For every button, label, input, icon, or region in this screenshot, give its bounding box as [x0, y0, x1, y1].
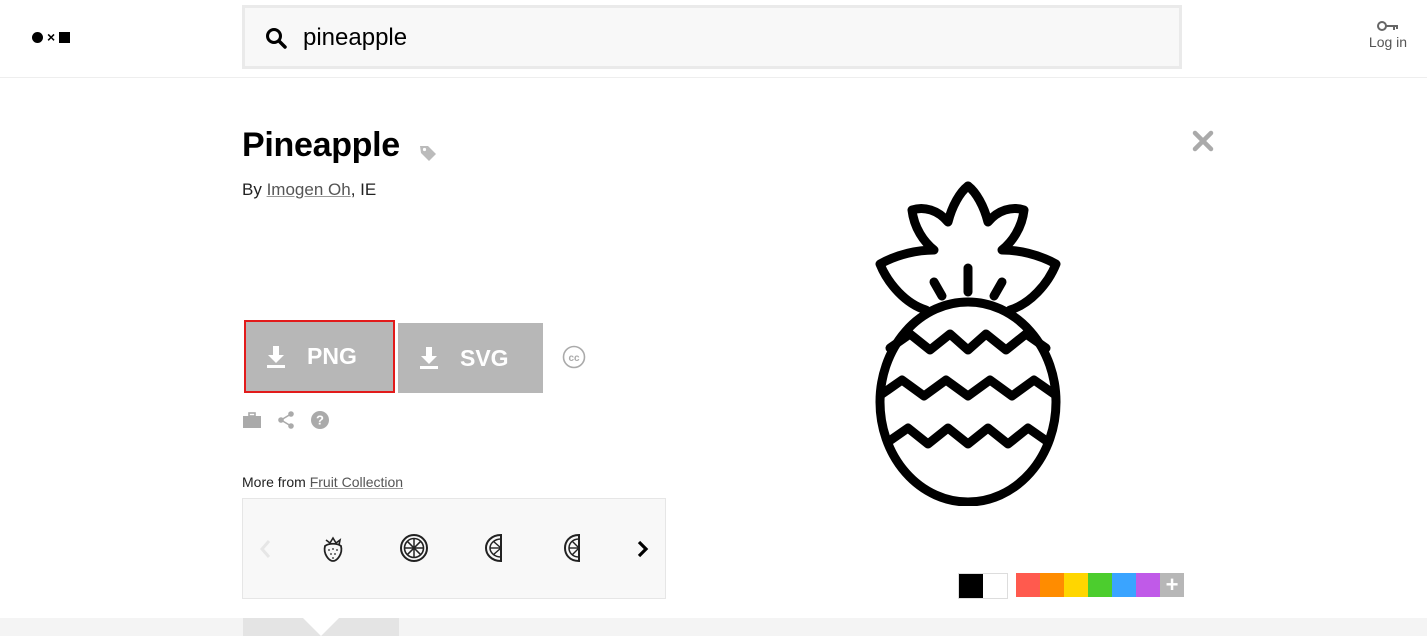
chevron-left-icon[interactable]: [257, 537, 273, 561]
search-input[interactable]: [303, 20, 1143, 56]
color-swatches: +: [1016, 572, 1184, 599]
icon-title: Pineapple: [242, 126, 400, 164]
footer-strip: [0, 618, 1427, 636]
login-label: Log in: [1368, 34, 1408, 50]
help-icon[interactable]: ?: [310, 410, 330, 430]
strawberry-icon[interactable]: [317, 532, 349, 564]
download-png-button[interactable]: PNG: [244, 320, 395, 393]
share-icon[interactable]: [276, 410, 296, 430]
swatch-red[interactable]: [1016, 573, 1040, 597]
by-prefix: By: [242, 180, 262, 199]
tag-icon[interactable]: [418, 143, 438, 163]
logo-dot: [32, 31, 43, 43]
close-icon[interactable]: [1192, 130, 1214, 152]
swatch-white[interactable]: [983, 574, 1007, 598]
byline: By Imogen Oh, IE: [242, 180, 376, 200]
author-suffix: , IE: [350, 180, 377, 199]
swatch-green[interactable]: [1088, 573, 1112, 597]
swatch-black[interactable]: [959, 574, 983, 598]
color-picker: +: [958, 572, 1184, 599]
swatch-yellow[interactable]: [1064, 573, 1088, 597]
lemon-half-icon[interactable]: [479, 532, 511, 564]
swatch-blue[interactable]: [1112, 573, 1136, 597]
search-icon[interactable]: [265, 27, 287, 49]
more-from-prefix: More from: [242, 474, 306, 490]
logo[interactable]: ×: [32, 30, 74, 44]
add-color-icon[interactable]: +: [1160, 572, 1184, 597]
png-label: PNG: [307, 343, 357, 369]
search-bar: [242, 5, 1182, 69]
svg-label: SVG: [460, 344, 509, 371]
svg-text:?: ?: [316, 413, 324, 428]
svg-text:cc: cc: [568, 353, 580, 364]
download-icon: [267, 345, 285, 368]
chevron-right-icon[interactable]: [635, 537, 651, 561]
collection-carousel: [242, 498, 666, 599]
footer-notch: [303, 618, 339, 636]
swatch-purple[interactable]: [1136, 573, 1160, 597]
more-from: More from Fruit Collection: [242, 474, 403, 490]
bw-swatches: [958, 573, 1008, 599]
pineapple-icon-preview: [875, 181, 1061, 506]
key-icon: [1377, 21, 1398, 31]
header: × Log in: [0, 0, 1427, 78]
download-svg-button[interactable]: SVG: [398, 323, 543, 393]
logo-square: [59, 31, 71, 43]
login-button[interactable]: Log in: [1362, 20, 1414, 50]
orange-slice-icon[interactable]: [398, 532, 430, 564]
logo-x: ×: [47, 28, 56, 45]
collection-link[interactable]: Fruit Collection: [310, 474, 403, 490]
lime-half-icon[interactable]: [559, 532, 591, 564]
briefcase-icon[interactable]: [242, 410, 262, 430]
download-icon: [420, 347, 438, 369]
creative-commons-icon[interactable]: cc: [562, 345, 586, 369]
author-link[interactable]: Imogen Oh: [267, 180, 351, 199]
swatch-orange[interactable]: [1040, 573, 1064, 597]
action-icons: ?: [242, 410, 330, 430]
